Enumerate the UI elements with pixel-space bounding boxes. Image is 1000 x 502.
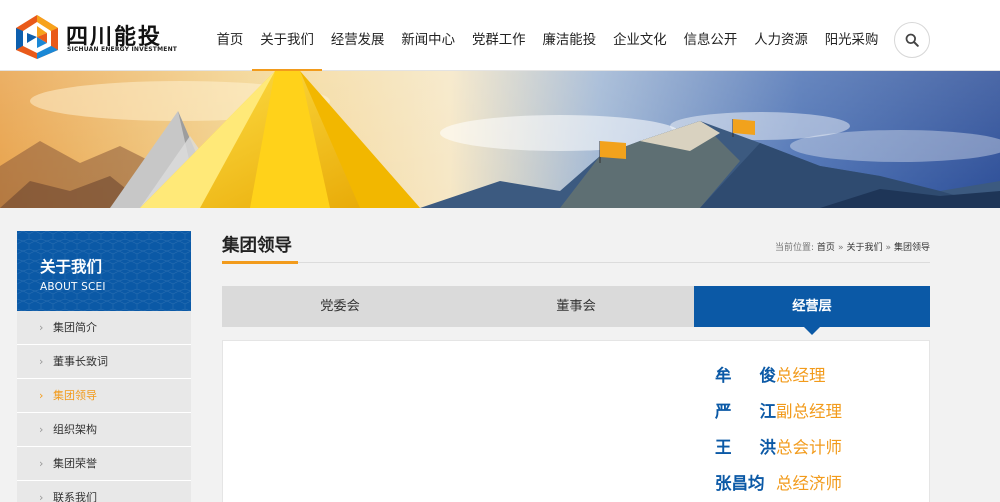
leader-name[interactable]: 张昌均 <box>715 466 776 502</box>
banner-illustration <box>0 71 1000 208</box>
list-item: 严江 副总经理 <box>715 394 842 430</box>
sidebar-item-intro[interactable]: › 集团简介 <box>17 311 191 345</box>
page-header: 集团领导 当前位置: 首页» 关于我们» 集团领导 <box>222 226 930 264</box>
chevron-right-icon: › <box>39 491 44 502</box>
chevron-right-icon: › <box>39 321 44 334</box>
sidebar-item-structure[interactable]: › 组织架构 <box>17 413 191 447</box>
list-item: 牟俊 总经理 <box>715 358 842 394</box>
nav-item-procurement[interactable]: 阳光采购 <box>816 0 887 71</box>
sidebar-item-contact[interactable]: › 联系我们 <box>17 481 191 502</box>
search-icon <box>905 33 919 47</box>
nav-item-party[interactable]: 党群工作 <box>463 0 534 71</box>
logo-english-name: SICHUAN ENERGY INVESTMENT <box>67 46 178 53</box>
nav-item-home[interactable]: 首页 <box>208 0 252 71</box>
sidebar-header: 关于我们 ABOUT SCEI <box>17 231 191 311</box>
nav-item-integrity[interactable]: 廉洁能投 <box>534 0 605 71</box>
tab-management[interactable]: 经营层 <box>694 286 930 335</box>
leadership-tabs: 党委会 董事会 经营层 <box>222 286 930 335</box>
chevron-right-icon: › <box>39 457 44 470</box>
breadcrumb-home[interactable]: 首页 <box>817 243 835 253</box>
sidebar-item-leadership[interactable]: › 集团领导 <box>17 379 191 413</box>
tab-board[interactable]: 董事会 <box>458 286 694 327</box>
leader-name[interactable]: 牟俊 <box>715 358 776 394</box>
leader-name[interactable]: 王洪 <box>715 430 776 466</box>
leader-name-char: 王 <box>715 438 732 457</box>
leader-title: 总会计师 <box>776 438 842 457</box>
search-button[interactable] <box>894 22 930 58</box>
tab-party-committee[interactable]: 党委会 <box>222 286 458 327</box>
sidebar-item-label: 集团简介 <box>53 321 97 334</box>
main-content: 集团领导 当前位置: 首页» 关于我们» 集团领导 党委会 董事会 经营层 牟俊 总… <box>222 226 930 502</box>
nav-item-about[interactable]: 关于我们 <box>251 0 323 72</box>
logo-mark-icon <box>16 15 58 59</box>
breadcrumb-current[interactable]: 集团领导 <box>894 243 930 253</box>
leader-title: 总经理 <box>776 366 826 385</box>
page-title: 集团领导 <box>222 236 292 256</box>
breadcrumb-label: 当前位置: <box>775 243 815 253</box>
leader-name-char: 牟 <box>715 366 732 385</box>
sidebar-item-label: 联系我们 <box>53 491 97 502</box>
nav-item-hr[interactable]: 人力资源 <box>746 0 817 71</box>
sidebar-item-label: 集团荣誉 <box>53 457 97 470</box>
site-header: 四川能投 SICHUAN ENERGY INVESTMENT 首页 关于我们 经… <box>0 0 1000 72</box>
nav-item-culture[interactable]: 企业文化 <box>605 0 676 71</box>
sidebar-title: 关于我们 <box>40 258 103 276</box>
leader-name-char: 严 <box>715 402 732 421</box>
chevron-right-icon: › <box>39 389 44 402</box>
leader-name-char: 张昌均 <box>715 474 765 493</box>
sidebar-item-label: 董事长致词 <box>53 355 108 368</box>
chevron-right-icon: › <box>39 355 44 368</box>
leaders-panel: 牟俊 总经理 严江 副总经理 王洪 总会计师 张昌均 总经济师 <box>222 340 930 502</box>
sidebar-item-honors[interactable]: › 集团荣誉 <box>17 447 191 481</box>
list-item: 张昌均 总经济师 <box>715 466 842 502</box>
leader-title: 总经济师 <box>776 474 842 493</box>
title-underline <box>222 261 298 264</box>
breadcrumb: 当前位置: 首页» 关于我们» 集团领导 <box>775 240 930 253</box>
sidebar-subtitle: ABOUT SCEI <box>40 281 106 293</box>
leader-title: 副总经理 <box>776 402 842 421</box>
leader-name-char: 江 <box>759 402 777 421</box>
site-logo[interactable]: 四川能投 SICHUAN ENERGY INVESTMENT <box>14 14 177 60</box>
sidebar-item-chairman-speech[interactable]: › 董事长致词 <box>17 345 191 379</box>
breadcrumb-about[interactable]: 关于我们 <box>846 243 882 253</box>
leader-name[interactable]: 严江 <box>715 394 776 430</box>
main-nav: 首页 关于我们 经营发展 新闻中心 党群工作 廉洁能投 企业文化 信息公开 人力… <box>208 0 887 72</box>
breadcrumb-separator: » <box>837 243 844 253</box>
leaders-list: 牟俊 总经理 严江 副总经理 王洪 总会计师 张昌均 总经济师 <box>715 358 842 502</box>
sidebar-item-label: 集团领导 <box>53 389 97 402</box>
sidebar: 关于我们 ABOUT SCEI › 集团简介 › 董事长致词 › 集团领导 › 组织架构… <box>17 231 191 502</box>
chevron-right-icon: › <box>39 423 44 436</box>
nav-item-business[interactable]: 经营发展 <box>322 0 393 71</box>
nav-item-news[interactable]: 新闻中心 <box>393 0 464 71</box>
list-item: 王洪 总会计师 <box>715 430 842 466</box>
leader-name-char: 洪 <box>759 438 777 457</box>
nav-item-disclosure[interactable]: 信息公开 <box>675 0 746 71</box>
sidebar-item-label: 组织架构 <box>53 423 97 436</box>
breadcrumb-separator: » <box>885 243 891 253</box>
leader-name-char: 俊 <box>759 366 777 385</box>
hero-banner <box>0 71 1000 208</box>
